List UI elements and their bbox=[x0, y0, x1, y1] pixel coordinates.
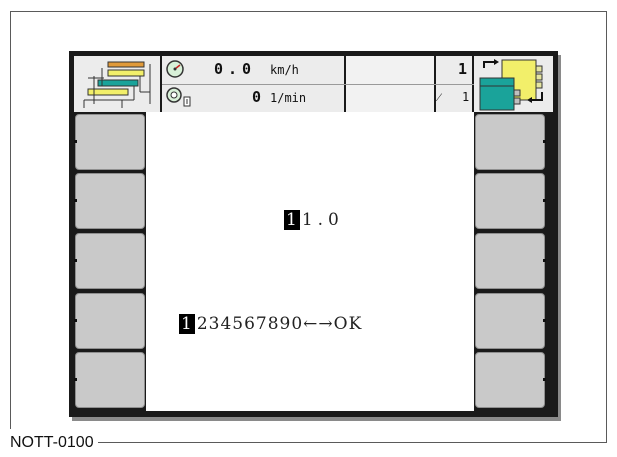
softkey-right-5[interactable] bbox=[475, 352, 546, 408]
softkey-right-1[interactable] bbox=[475, 114, 546, 170]
figure-caption: NOTT-0100 bbox=[10, 429, 98, 457]
section-icon-cell[interactable] bbox=[474, 56, 553, 112]
softkey-left-3[interactable] bbox=[74, 233, 145, 289]
status-divider bbox=[162, 84, 474, 85]
value-entry-field[interactable]: 1 1.0 bbox=[284, 210, 344, 230]
keypad-digits: 234567890←→OK bbox=[196, 314, 363, 334]
speed-unit: km/h bbox=[270, 63, 299, 77]
softkey-left-5[interactable] bbox=[74, 352, 145, 408]
status-bar: 0.0 km/h 0 1/min 1 ⁄ 1 bbox=[74, 56, 553, 112]
entry-value: 1.0 bbox=[301, 210, 344, 230]
softkey-left-1[interactable] bbox=[74, 114, 145, 170]
rpm-unit: 1/min bbox=[270, 91, 307, 105]
keypad-cursor: 1 bbox=[179, 314, 195, 334]
counter-bottom-prefix: ⁄ bbox=[438, 90, 441, 104]
speedometer-icon bbox=[166, 60, 184, 78]
digit-keypad[interactable]: 1 234567890←→OK bbox=[179, 314, 362, 334]
softkey-left-4[interactable] bbox=[74, 293, 145, 349]
speed-value: 0.0 bbox=[214, 60, 257, 78]
rpm-sensor-icon bbox=[166, 87, 191, 107]
softkey-left-2[interactable] bbox=[74, 173, 145, 229]
main-display-area bbox=[146, 112, 474, 411]
counter-bottom-value: 1 bbox=[462, 90, 470, 104]
softkey-right-3[interactable] bbox=[475, 233, 546, 289]
counter-top-value: 1 bbox=[458, 60, 468, 78]
machine-layout-icon bbox=[83, 61, 151, 108]
entry-cursor: 1 bbox=[284, 210, 300, 230]
softkey-right-4[interactable] bbox=[475, 293, 546, 349]
machine-icon-cell[interactable] bbox=[74, 56, 162, 112]
softkey-right-2[interactable] bbox=[475, 173, 546, 229]
section-return-icon bbox=[479, 59, 543, 111]
rpm-value: 0 bbox=[252, 88, 262, 106]
